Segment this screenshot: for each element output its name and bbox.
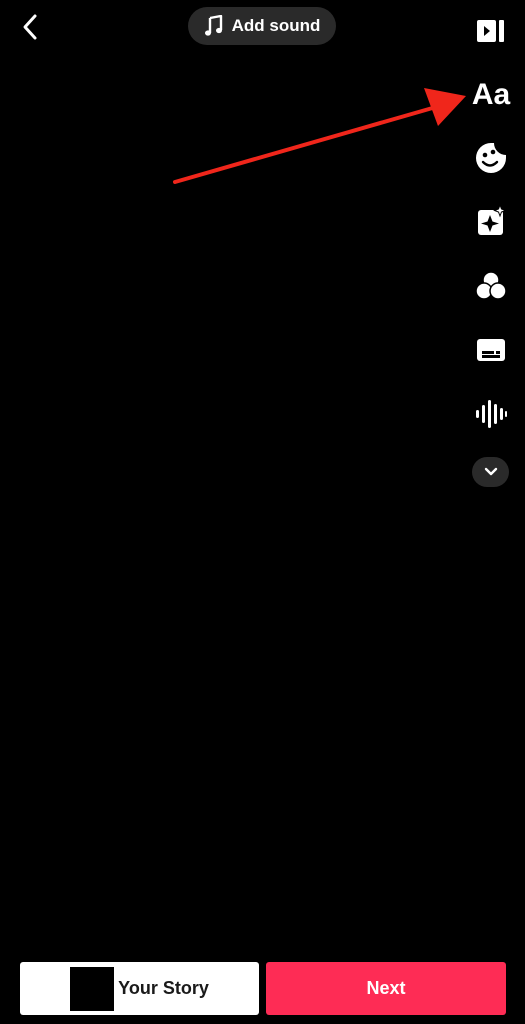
tool-stickers[interactable] [466, 136, 516, 180]
flip-icon [477, 20, 504, 42]
text-tool-label: Aa [471, 78, 511, 111]
sticker-icon [476, 143, 506, 173]
next-label: Next [366, 978, 406, 998]
next-button[interactable]: Next [266, 962, 506, 1015]
captions-icon [477, 339, 505, 361]
tool-flip[interactable] [466, 9, 516, 53]
your-story-label: Your Story [118, 978, 209, 998]
effects-star-icon [478, 204, 507, 235]
your-story-button[interactable]: Your Story [20, 962, 259, 1015]
editing-toolbar: Aa [466, 0, 516, 520]
chevron-left-icon [23, 14, 37, 40]
filters-circles-icon [475, 271, 507, 300]
story-thumbnail [70, 966, 115, 1011]
tool-text[interactable]: Aa [466, 73, 516, 117]
chevron-down-icon [484, 467, 497, 476]
tool-captions[interactable] [466, 328, 516, 372]
tool-filters[interactable] [466, 264, 516, 308]
bottom-action-bar: Your Story Next [20, 962, 506, 1015]
add-sound-button[interactable]: Add sound [188, 7, 336, 45]
video-editor-screen: Add sound Aa Your Story Next [0, 0, 525, 1024]
expand-tools-button[interactable] [472, 457, 509, 487]
music-note-icon [204, 15, 222, 36]
back-button[interactable] [14, 10, 46, 44]
add-sound-label: Add sound [231, 16, 321, 35]
tool-effects[interactable] [466, 199, 516, 243]
tool-voice[interactable] [466, 392, 516, 436]
waveform-icon [476, 400, 507, 428]
annotation-arrow [173, 88, 466, 184]
